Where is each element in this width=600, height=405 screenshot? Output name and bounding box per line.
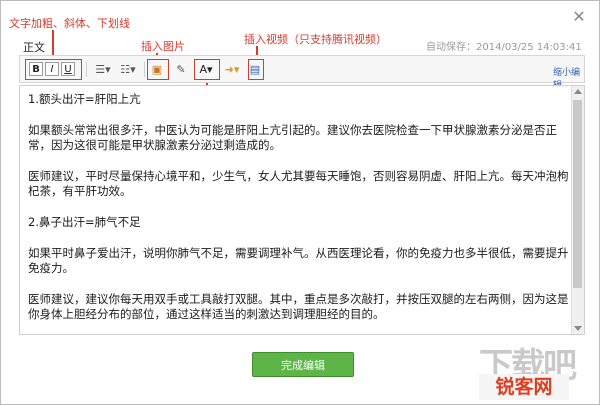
autosave-status: 自动保存：2014/03/25 14:03:41 bbox=[426, 42, 582, 53]
annotation-insert-video: 插入视频（只支持腾讯视频） bbox=[244, 33, 387, 46]
toolbar-divider bbox=[144, 62, 145, 77]
paragraph: 如果额头常常出很多汗，中医认为可能是肝阳上亢引起的。建议你去医院检查一下甲状腺激… bbox=[28, 123, 557, 152]
editor-text[interactable]: 1.额头出汗=肝阳上亢 如果额头常常出很多汗，中医认为可能是肝阳上亢引起的。建议… bbox=[28, 92, 570, 334]
paragraph: 2.鼻子出汗=肺气不足 bbox=[28, 215, 141, 229]
paragraph: 如果平时鼻子爱出汗，说明你肺气不足，需要调理补气。从西医理论看，你的免疫力也多半… bbox=[28, 246, 569, 275]
annotation-insert-image: 插入图片 bbox=[141, 40, 185, 53]
done-editing-button[interactable]: 完成编辑 bbox=[252, 352, 354, 377]
tab-body-text[interactable]: 正文 bbox=[23, 39, 45, 55]
highlight-color-icon[interactable]: ➜▾ bbox=[221, 61, 243, 78]
scroll-down-icon[interactable] bbox=[574, 326, 582, 331]
image-icon[interactable]: ▣ bbox=[149, 61, 165, 78]
unordered-list-icon[interactable]: ☷▾ bbox=[117, 61, 139, 78]
editor-dialog: ✕ 文字加粗、斜体、下划线 插入图片 插入视频（只支持腾讯视频） 字体颜色 正文… bbox=[0, 0, 600, 405]
eraser-icon[interactable]: ✎ bbox=[174, 61, 188, 78]
vertical-scrollbar[interactable] bbox=[571, 86, 584, 334]
paragraph: 医师建议，平时尽量保持心境平和，少生气，女人尤其要每天睡饱，否则容易阴虚、肝阳上… bbox=[28, 169, 569, 198]
paragraph: 医师建议，建议你每天用双手或工具敲打双腿。其中，重点是多次敲打，并按压双腿的左右… bbox=[28, 292, 569, 321]
video-icon[interactable]: ▤ bbox=[249, 61, 261, 78]
scrollbar-thumb[interactable] bbox=[573, 100, 582, 288]
editor-content-area[interactable]: 1.额头出汗=肝阳上亢 如果额头常常出很多汗，中医认为可能是肝阳上亢引起的。建议… bbox=[19, 85, 585, 335]
italic-button[interactable]: I bbox=[45, 62, 59, 76]
watermark-badge: 锐客网 bbox=[479, 374, 569, 400]
font-color-icon[interactable]: A▾ bbox=[196, 61, 216, 78]
annotation-text-format: 文字加粗、斜体、下划线 bbox=[9, 17, 130, 30]
scroll-up-icon[interactable] bbox=[574, 89, 582, 94]
editor-toolbar: B I U ☰▾ ☷▾ ▣ ✎ A▾ ➜▾ ▤ 缩小编辑 bbox=[19, 55, 585, 91]
underline-button[interactable]: U bbox=[61, 62, 75, 76]
paragraph: 1.额头出汗=肝阳上亢 bbox=[28, 92, 141, 106]
ordered-list-icon[interactable]: ☰▾ bbox=[92, 61, 114, 78]
close-icon[interactable]: ✕ bbox=[569, 7, 589, 27]
toolbar-divider bbox=[86, 62, 87, 77]
bold-button[interactable]: B bbox=[29, 62, 43, 76]
